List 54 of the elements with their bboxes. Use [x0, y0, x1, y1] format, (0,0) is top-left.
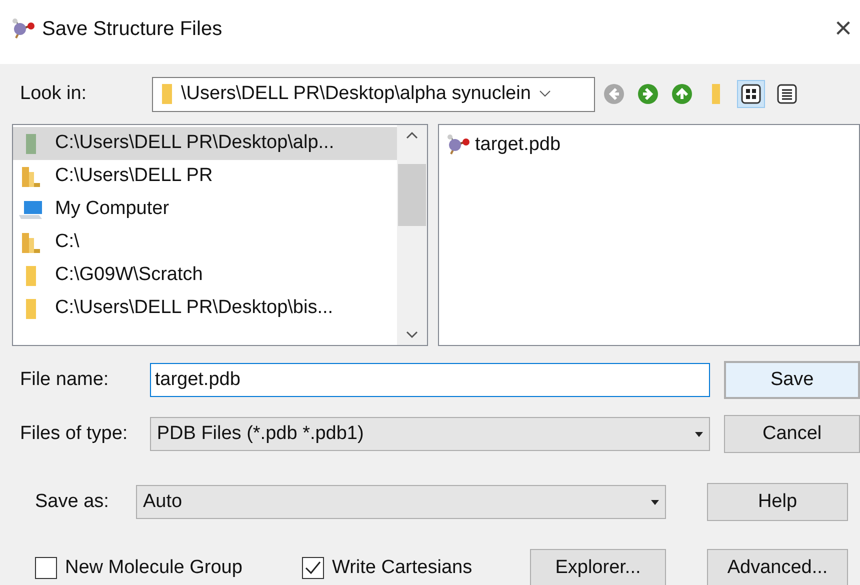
computer-icon: [18, 198, 44, 220]
checkbox[interactable]: [35, 557, 57, 579]
checkbox-label: New Molecule Group: [65, 556, 242, 580]
folder-path: C:\Users\DELL PR\Desktop\bis...: [55, 296, 334, 320]
look-in-path: \Users\DELL PR\Desktop\alpha synuclein: [181, 82, 531, 106]
file-name-field[interactable]: target.pdb: [150, 363, 710, 397]
folder-path: C:\Users\DELL PR\Desktop\alp...: [55, 131, 334, 156]
scroll-down-icon: [406, 331, 418, 339]
caret-icon: [538, 90, 551, 98]
folder-path: C:\G09W\Scratch: [55, 263, 203, 288]
folder-list-item[interactable]: C:\Users\DELL PR: [13, 160, 397, 193]
checkbox[interactable]: [302, 557, 324, 579]
save-as-label: Save as:: [35, 490, 110, 514]
file-item[interactable]: target.pdb: [475, 131, 561, 160]
save-button[interactable]: Save: [724, 361, 860, 399]
folder-path: My Computer: [55, 197, 170, 222]
cancel-button[interactable]: Cancel: [724, 415, 860, 453]
checkbox-label: Write Cartesians: [332, 556, 472, 580]
folder-list-item[interactable]: C:\G09W\Scratch: [13, 259, 397, 292]
explorer-button[interactable]: Explorer...: [530, 549, 666, 585]
folder-icon: [25, 264, 37, 286]
icon-view-icon[interactable]: [737, 80, 765, 108]
save-as-dropdown[interactable]: Auto: [136, 485, 666, 519]
folder-path: C:\Users\DELL PR: [55, 164, 213, 188]
app-icon: [10, 18, 36, 40]
folder-icon: [25, 132, 37, 154]
folder-icon: [161, 83, 173, 105]
folder-icon: [25, 298, 37, 320]
scroll-up-icon: [406, 131, 418, 139]
folder-list-item[interactable]: My Computer: [13, 193, 397, 226]
file-name-label: File name:: [20, 368, 110, 392]
folder-path: C:\: [55, 230, 80, 254]
scroll-thumb[interactable]: [398, 164, 426, 226]
folder-icon: [21, 166, 41, 188]
forward-arrow-icon[interactable]: [635, 81, 661, 107]
folder-icon: [21, 232, 41, 254]
look-in-label: Look in:: [20, 82, 88, 106]
folder-list-item[interactable]: C:\: [13, 226, 397, 259]
caret-icon: [651, 500, 659, 504]
scrollbar[interactable]: [397, 125, 427, 345]
save-as-value: Auto: [143, 490, 182, 514]
folder-list-item[interactable]: C:\Users\DELL PR\Desktop\alp...: [13, 127, 397, 160]
look-in-dropdown[interactable]: \Users\DELL PR\Desktop\alpha synuclein: [152, 76, 595, 112]
file-type-value: PDB Files (*.pdb *.pdb1): [156, 422, 364, 446]
help-button[interactable]: Help: [707, 483, 848, 521]
close-button[interactable]: ×: [834, 14, 852, 44]
window-title: Save Structure Files: [42, 17, 222, 42]
folder-list-item[interactable]: C:\Users\DELL PR\Desktop\bis...: [13, 292, 397, 325]
structure-file-icon: [445, 134, 471, 156]
file-type-dropdown[interactable]: PDB Files (*.pdb *.pdb1): [150, 417, 710, 451]
up-arrow-icon[interactable]: [669, 81, 695, 107]
file-type-label: Files of type:: [20, 422, 129, 446]
advanced-button[interactable]: Advanced...: [707, 549, 848, 585]
caret-icon: [695, 432, 704, 436]
